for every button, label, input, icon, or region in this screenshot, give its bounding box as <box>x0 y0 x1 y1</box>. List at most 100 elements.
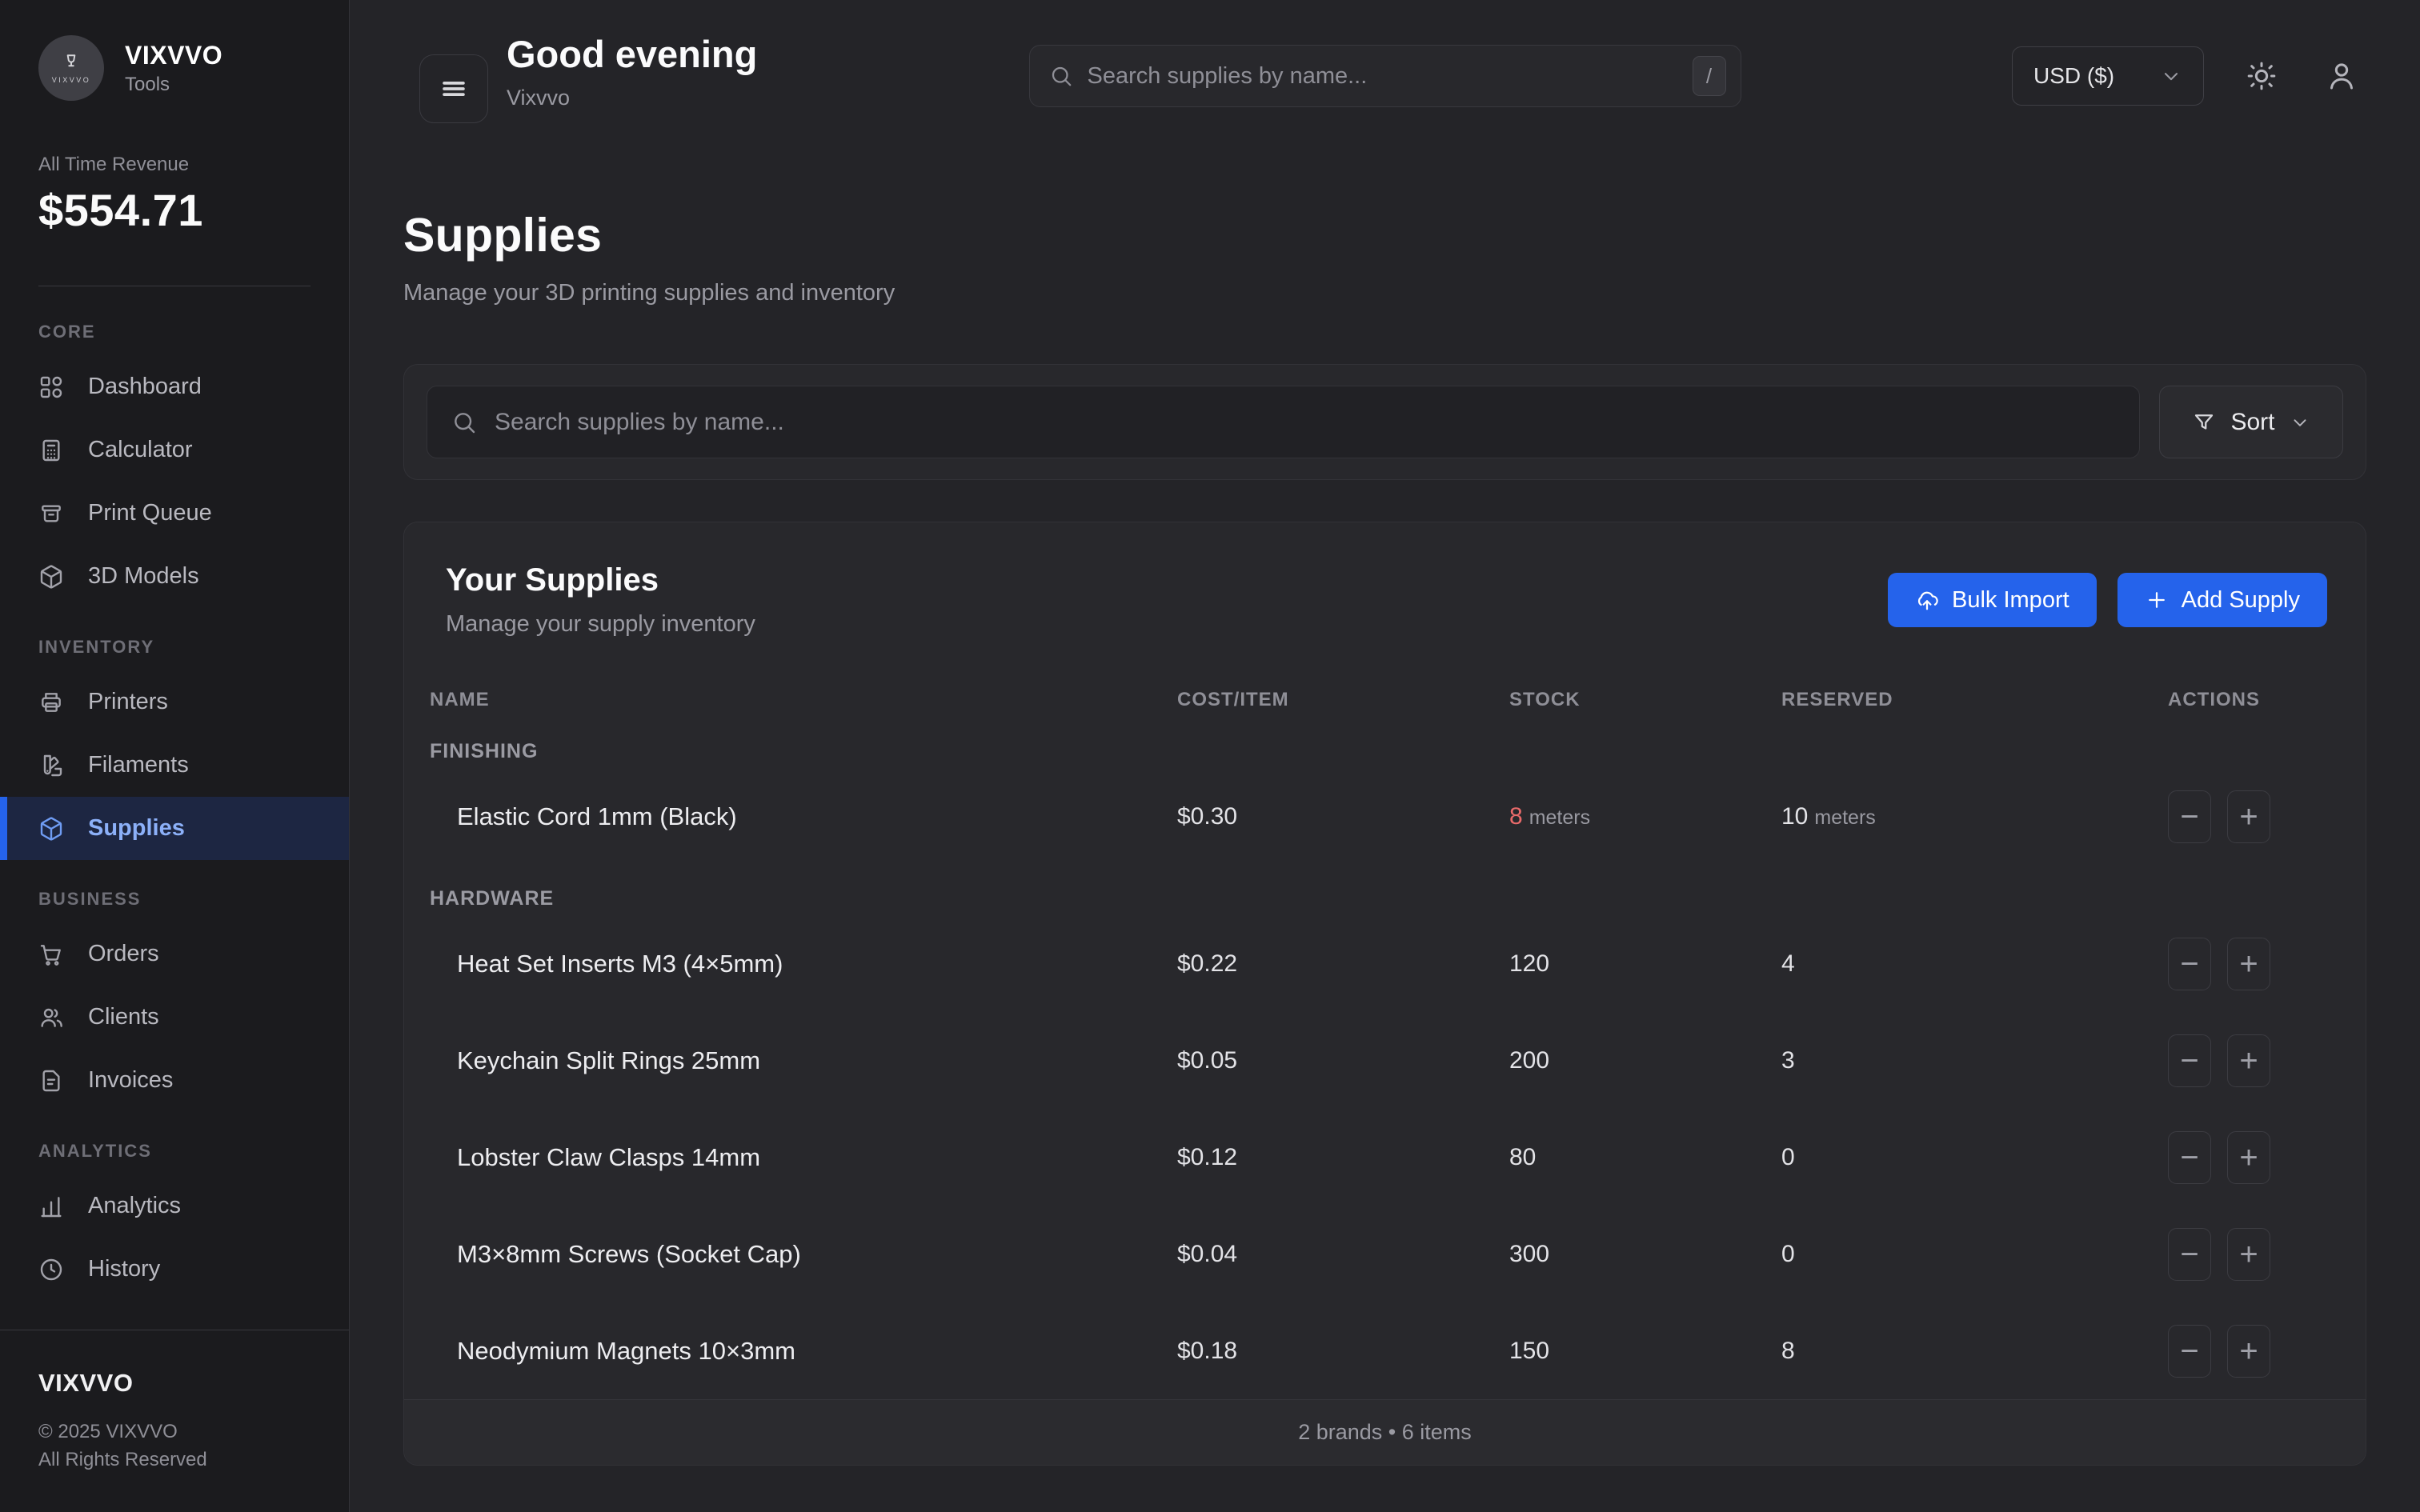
sidebar-item-label: 3D Models <box>88 563 199 590</box>
sidebar-item-label: Supplies <box>88 815 185 842</box>
greeting-account: Vixvvo <box>507 86 757 110</box>
page-content: Supplies Manage your 3D printing supplie… <box>350 208 2420 1466</box>
supply-cost: $0.12 <box>1177 1144 1509 1171</box>
row-actions: − + <box>2168 1228 2340 1281</box>
group-label-hardware: HARDWARE <box>404 865 2366 915</box>
row-actions: − + <box>2168 938 2340 990</box>
row-actions: − + <box>2168 790 2340 843</box>
increment-button[interactable]: + <box>2227 790 2270 843</box>
bulk-import-button[interactable]: Bulk Import <box>1888 573 2097 627</box>
cart-icon <box>38 942 64 967</box>
sidebar-item-clients[interactable]: Clients <box>0 986 349 1049</box>
search-icon <box>1049 64 1073 88</box>
sidebar-nav: CORE Dashboard Calculator Print Queue 3D… <box>0 286 349 1330</box>
table-row: Elastic Cord 1mm (Black) $0.30 8 meters … <box>404 768 2366 865</box>
increment-button[interactable]: + <box>2227 1034 2270 1087</box>
section-label-business: BUSINESS <box>0 889 349 910</box>
sidebar-item-3d-models[interactable]: 3D Models <box>0 545 349 608</box>
package-icon <box>38 816 64 842</box>
reserved-value: 0 <box>1781 1241 1795 1268</box>
sidebar-item-label: Printers <box>88 689 168 715</box>
reserved-value: 10 <box>1781 803 1808 830</box>
sidebar-item-filaments[interactable]: Filaments <box>0 734 349 797</box>
search-icon <box>451 410 477 435</box>
row-actions: − + <box>2168 1131 2340 1184</box>
archive-box-icon <box>38 501 64 526</box>
decrement-button[interactable]: − <box>2168 1131 2211 1184</box>
sidebar-item-label: Filaments <box>88 752 189 778</box>
supply-stock: 150 <box>1509 1338 1781 1365</box>
supply-reserved: 3 <box>1781 1047 2168 1074</box>
supply-stock: 120 <box>1509 950 1781 978</box>
page-title: Supplies <box>403 208 2366 262</box>
cube-icon <box>38 564 64 590</box>
decrement-button[interactable]: − <box>2168 790 2211 843</box>
increment-button[interactable]: + <box>2227 938 2270 990</box>
column-header-name: NAME <box>430 689 1177 711</box>
sidebar: VIXVVO VIXVVO Tools All Time Revenue $55… <box>0 0 350 1512</box>
supply-cost: $0.04 <box>1177 1241 1509 1268</box>
decrement-button[interactable]: − <box>2168 1034 2211 1087</box>
group-label-finishing: FINISHING <box>404 718 2366 768</box>
increment-button[interactable]: + <box>2227 1131 2270 1184</box>
search-shortcut-badge: / <box>1693 56 1726 96</box>
increment-button[interactable]: + <box>2227 1325 2270 1378</box>
stock-value: 200 <box>1509 1047 1549 1074</box>
supplies-card-titles: Your Supplies Manage your supply invento… <box>446 562 755 638</box>
sidebar-item-calculator[interactable]: Calculator <box>0 418 349 482</box>
footer-brand: VIXVVO <box>38 1369 311 1398</box>
table-row: Neodymium Magnets 10×3mm $0.18 150 8 − + <box>404 1302 2366 1399</box>
section-label-inventory: INVENTORY <box>0 637 349 658</box>
supplies-search-input[interactable] <box>495 409 2115 436</box>
sidebar-item-dashboard[interactable]: Dashboard <box>0 355 349 418</box>
sidebar-top: VIXVVO VIXVVO Tools All Time Revenue $55… <box>0 0 349 236</box>
brand-avatar-text: VIXVVO <box>52 76 91 84</box>
decrement-button[interactable]: − <box>2168 1228 2211 1281</box>
currency-select[interactable]: USD ($) <box>2012 46 2204 106</box>
reserved-value: 4 <box>1781 950 1795 978</box>
table-row: Lobster Claw Clasps 14mm $0.12 80 0 − + <box>404 1109 2366 1206</box>
decrement-button[interactable]: − <box>2168 938 2211 990</box>
topbar: Good evening Vixvvo / USD ($) <box>350 0 2420 141</box>
dashboard-icon <box>38 374 64 400</box>
sort-button[interactable]: Sort <box>2159 386 2343 458</box>
section-label-analytics: ANALYTICS <box>0 1141 349 1162</box>
supplies-card-header: Your Supplies Manage your supply invento… <box>404 522 2366 638</box>
supplies-card-actions: Bulk Import Add Supply <box>1888 573 2327 627</box>
sidebar-item-history[interactable]: History <box>0 1238 349 1301</box>
sidebar-item-printers[interactable]: Printers <box>0 670 349 734</box>
menu-button[interactable] <box>419 54 488 123</box>
sidebar-item-analytics[interactable]: Analytics <box>0 1174 349 1238</box>
reserved-value: 8 <box>1781 1338 1795 1365</box>
chevron-down-icon <box>2160 65 2182 87</box>
supplies-search[interactable] <box>427 386 2140 458</box>
stock-unit: meters <box>1529 806 1590 830</box>
theme-toggle-button[interactable] <box>2239 54 2284 98</box>
sidebar-item-print-queue[interactable]: Print Queue <box>0 482 349 545</box>
add-supply-button[interactable]: Add Supply <box>2118 573 2327 627</box>
global-search[interactable]: / <box>1029 45 1741 107</box>
decrement-button[interactable]: − <box>2168 1325 2211 1378</box>
bar-chart-icon <box>38 1194 64 1219</box>
copyright-line: © 2025 VIXVVO <box>38 1418 311 1446</box>
app-window: VIXVVO VIXVVO Tools All Time Revenue $55… <box>0 0 2420 1512</box>
sidebar-item-label: Invoices <box>88 1067 173 1094</box>
greeting-block: Good evening Vixvvo <box>507 32 757 110</box>
column-header-cost: COST/ITEM <box>1177 689 1509 711</box>
supply-reserved: 0 <box>1781 1144 2168 1171</box>
sidebar-item-supplies[interactable]: Supplies <box>0 797 349 860</box>
brand-avatar: VIXVVO <box>38 35 104 101</box>
increment-button[interactable]: + <box>2227 1228 2270 1281</box>
sidebar-item-orders[interactable]: Orders <box>0 922 349 986</box>
sidebar-item-label: History <box>88 1256 160 1282</box>
brand-name: VIXVVO <box>125 41 222 70</box>
sidebar-item-invoices[interactable]: Invoices <box>0 1049 349 1112</box>
supply-cost: $0.22 <box>1177 950 1509 978</box>
brand-logo-row[interactable]: VIXVVO VIXVVO Tools <box>38 35 311 101</box>
currency-value: USD ($) <box>2033 63 2114 89</box>
supply-cost: $0.18 <box>1177 1338 1509 1365</box>
table-row: Heat Set Inserts M3 (4×5mm) $0.22 120 4 … <box>404 915 2366 1012</box>
global-search-input[interactable] <box>1088 63 1678 90</box>
account-button[interactable] <box>2319 54 2364 98</box>
users-icon <box>38 1005 64 1030</box>
